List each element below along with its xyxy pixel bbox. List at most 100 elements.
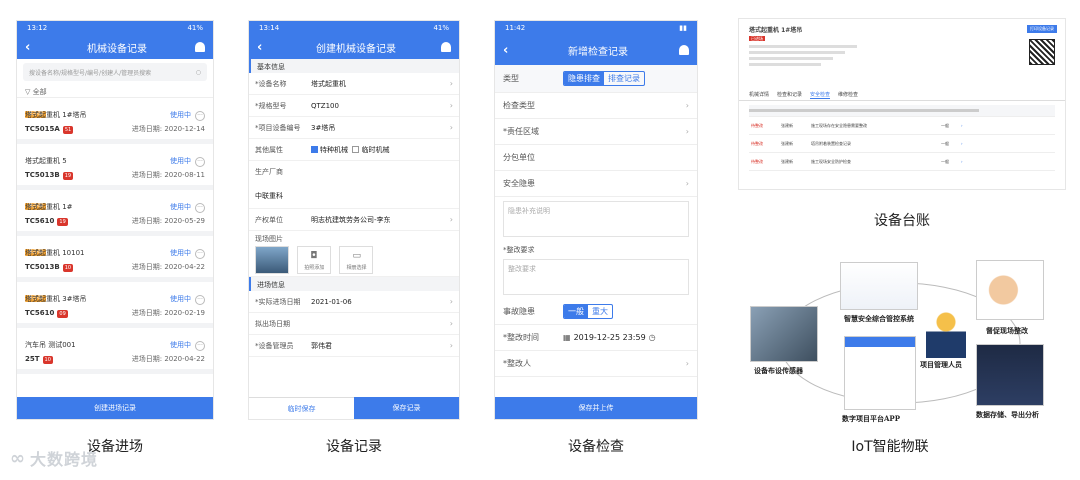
back-icon[interactable]: ‹ (25, 40, 39, 55)
card-title-row: 塔式起重机 10101 使用中 ··· (25, 246, 205, 260)
more-icon[interactable]: ··· (195, 340, 205, 351)
row-level: 一般 (941, 140, 949, 146)
checkbox-special[interactable] (311, 146, 318, 153)
card-tag-row: 未办理 (25, 238, 205, 256)
save-upload-button[interactable]: 保存并上传 (495, 397, 697, 419)
option-label: 临时机械 (361, 145, 390, 154)
status-group: 使用中 ··· (170, 110, 205, 121)
manager-field[interactable]: *设备管理员 郭伟君 › (249, 335, 459, 357)
row-action[interactable]: › (959, 159, 979, 164)
deadline-field[interactable]: *整改时间 ▦ 2019-12-25 23:59 ◷ (495, 325, 697, 351)
ledger-tab[interactable]: 机械详情 (749, 91, 769, 98)
card-title-row: 塔式起重机 1#塔吊 使用中 ··· (25, 108, 205, 122)
search-icon[interactable]: ○ (196, 69, 201, 76)
save-record-button[interactable]: 保存记录 (354, 397, 459, 419)
more-icon[interactable]: ··· (195, 110, 205, 121)
field-label: 产权单位 (255, 215, 283, 224)
row-action[interactable]: › (959, 141, 979, 146)
iot-diagram: 设备布设传感器 智慧安全综合管控系统 项目管理人员 督促现场整改 数字项目平台A… (740, 258, 1050, 428)
caption-check: 设备检查 (568, 439, 624, 455)
form-field[interactable]: *项目设备编号 3#塔吊 › (249, 117, 459, 139)
manufacturer-label-row: 生产厂商 (249, 161, 459, 183)
create-entry-button[interactable]: 创建进场记录 (17, 397, 213, 419)
list-item[interactable]: 塔式起重机 5 使用中 ··· TC5013B 19 进场日期: 2020-08-11 (17, 144, 213, 190)
more-icon[interactable]: ··· (195, 248, 205, 259)
ledger-tab[interactable]: 检查和记录 (777, 91, 802, 98)
code-group: TC5013B 19 (25, 171, 74, 180)
field-label: *责任区域 (503, 127, 539, 136)
caption-record: 设备记录 (326, 439, 382, 455)
list-item[interactable]: 未办理 塔式起重机 1#塔吊 使用中 ··· TC5015A 51 进场日期: 2020-1… (17, 98, 213, 144)
form-field[interactable]: *设备名称 塔式起重机 › (249, 73, 459, 95)
hazard-field[interactable]: 安全隐患 › (495, 171, 697, 197)
list-item[interactable]: 汽车吊 测试001 使用中 ··· 25T 10 进场日期: 2020-04-22 (17, 328, 213, 374)
list-item[interactable]: 未办理 塔式起重机 3#塔吊 使用中 ··· TC5610 09 进场日期: 2020-02… (17, 282, 213, 328)
print-button[interactable]: 打印设备记录 (1027, 25, 1057, 33)
search-input[interactable]: 搜设备名称/规格型号/编号/创建人/管理员搜索 ○ (23, 63, 207, 81)
bell-icon[interactable] (441, 42, 451, 52)
camera-button[interactable]: ◘ 拍照添加 (297, 246, 332, 274)
hazard-note-input[interactable]: 隐患补充说明 (503, 201, 689, 237)
subcontractor-field[interactable]: 分包单位 (495, 145, 697, 171)
card-tag-row (25, 146, 205, 154)
exit-date-field[interactable]: 拟出场日期 › (249, 313, 459, 335)
section-basic-info: 基本信息 (249, 59, 459, 73)
date-prefix: 进场日期: (131, 355, 165, 363)
bell-icon[interactable] (679, 45, 689, 55)
form-field[interactable]: *规格型号 QTZ100 › (249, 95, 459, 117)
entry-date: 进场日期: 2020-04-22 (132, 354, 205, 364)
back-icon[interactable]: ‹ (503, 43, 517, 58)
more-icon[interactable]: ··· (195, 156, 205, 167)
more-icon[interactable]: ··· (195, 202, 205, 213)
clock-icon: ◷ (648, 333, 656, 342)
requirement-input[interactable]: 整改要求 (503, 259, 689, 295)
segment-record[interactable]: 排查记录 (604, 72, 644, 85)
status-bar: 13:14 41% (249, 21, 459, 35)
site-photo[interactable] (255, 246, 289, 274)
equipment-name: 塔式起重机 1# (25, 203, 73, 211)
segment-hazard[interactable]: 隐患排查 (564, 72, 604, 85)
level-major[interactable]: 重大 (588, 305, 612, 318)
ledger-tab[interactable]: 安全检查 (810, 91, 831, 99)
row-person: 张建新 (781, 140, 793, 146)
date-prefix: 进场日期: (131, 171, 165, 179)
status-label: 使用中 (170, 294, 191, 303)
owner-unit-field[interactable]: 产权单位 明志杭建筑劳务公司-李东 › (249, 209, 459, 231)
status-label: 使用中 (170, 110, 191, 119)
count-badge: 10 (42, 355, 53, 364)
entry-date-field[interactable]: *实际进场日期 2021-01-06 › (249, 291, 459, 313)
area-field[interactable]: *责任区域 › (495, 119, 697, 145)
row-action[interactable]: › (959, 123, 979, 128)
manufacturer-input[interactable]: 中联重科 (249, 183, 459, 209)
checkbox-temporary[interactable] (352, 146, 360, 153)
check-type-field[interactable]: 检查类型 › (495, 93, 697, 119)
bell-icon[interactable] (195, 42, 205, 52)
camera-icon: ◘ (310, 251, 318, 261)
code-group: TC5610 19 (25, 217, 68, 226)
field-value: 3#塔吊 (311, 123, 336, 132)
album-button[interactable]: ▭ 相册选择 (339, 246, 374, 274)
equipment-name: 塔式起重机 10101 (25, 249, 85, 257)
date-prefix: 进场日期: (131, 263, 165, 271)
level-normal[interactable]: 一般 (564, 305, 588, 318)
page-title: 创建机械设备记录 (316, 43, 396, 55)
field-value: 2019-12-25 23:59 (573, 333, 646, 342)
level-segment: 一般 重大 (563, 304, 613, 319)
more-icon[interactable]: ··· (195, 294, 205, 305)
entry-date: 进场日期: 2020-05-29 (132, 216, 205, 226)
list-item[interactable]: 未办理 塔式起重机 10101 使用中 ··· TC5013B 10 进场日期: 2020-… (17, 236, 213, 282)
back-icon[interactable]: ‹ (257, 40, 271, 55)
field-label: *实际进场日期 (255, 297, 301, 306)
field-value: QTZ100 (311, 101, 339, 110)
list-item[interactable]: 未办理 塔式起重机 1# 使用中 ··· TC5610 19 进场日期: 2020-05-2… (17, 190, 213, 236)
rectifier-field[interactable]: *整改人 › (495, 351, 697, 377)
chevron-right-icon: › (449, 319, 453, 328)
manager-label: 项目管理人员 (920, 360, 962, 369)
album-label: 相册选择 (346, 265, 367, 271)
temp-save-button[interactable]: 临时保存 (249, 397, 354, 419)
filter-dropdown[interactable]: ▽ 全部 (17, 85, 213, 98)
row-status: 待整改 (751, 158, 763, 164)
caption-iot: IoT智能物联 (851, 439, 929, 455)
chevron-right-icon: › (685, 127, 689, 136)
ledger-tab[interactable]: 维修检查 (838, 91, 858, 98)
